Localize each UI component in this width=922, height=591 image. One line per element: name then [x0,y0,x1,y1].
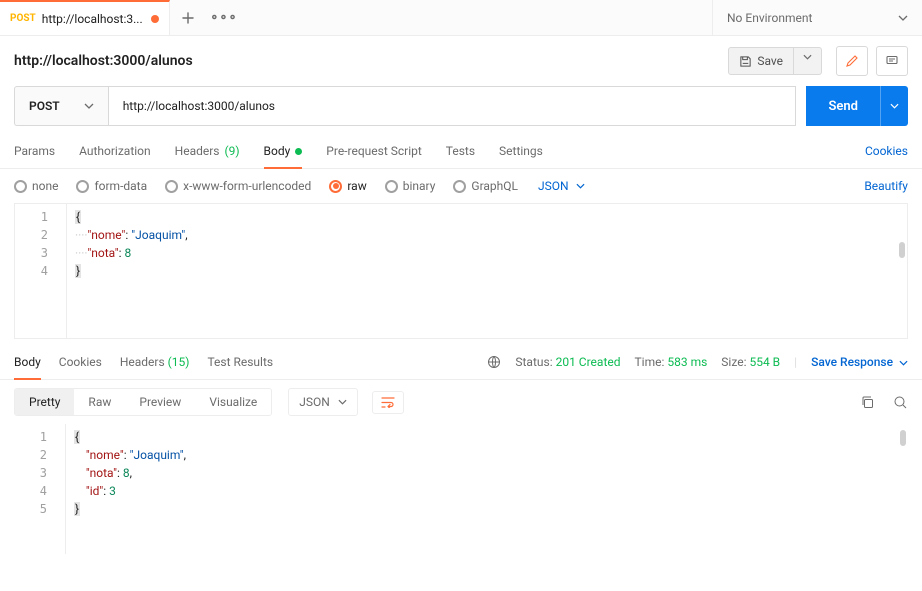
tab-method-badge: POST [10,13,36,24]
view-visualize[interactable]: Visualize [195,389,271,415]
add-tab-button[interactable] [170,11,206,25]
edit-button[interactable] [836,46,868,76]
view-preview[interactable]: Preview [125,389,195,415]
tab-authorization[interactable]: Authorization [79,134,151,168]
code-area: { "nome": "Joaquim", "nota": 8, "id": 3} [66,424,908,522]
line-gutter: 1234 [15,204,67,338]
chevron-down-icon [338,399,347,405]
response-headers-count: (15) [168,355,190,369]
more-tabs-button[interactable]: ∘∘∘ [206,10,242,25]
response-tab-cookies[interactable]: Cookies [59,345,102,379]
ellipsis-icon: ∘∘∘ [210,10,237,25]
tab-headers[interactable]: Headers (9) [175,134,240,168]
view-raw[interactable]: Raw [74,389,125,415]
save-icon [739,55,752,68]
response-body-viewer[interactable]: 12345 { "nome": "Joaquim", "nota": 8, "i… [14,424,908,554]
radio-icon [76,180,89,193]
body-type-raw[interactable]: raw [329,179,366,193]
chevron-down-icon [890,103,899,109]
status-label: Status: 201 Created [515,355,620,369]
divider: | [794,355,797,369]
tab-tests[interactable]: Tests [446,134,475,168]
search-icon[interactable] [893,395,908,410]
radio-icon-selected [329,180,342,193]
raw-format-select[interactable]: JSON [538,179,585,193]
code-area[interactable]: {····"nome": "Joaquim",····"nota": 8} [67,204,907,284]
save-options-button[interactable] [794,47,822,75]
radio-icon [165,180,178,193]
beautify-link[interactable]: Beautify [864,179,908,193]
globe-icon[interactable] [487,355,501,369]
chevron-down-icon [898,15,908,21]
tab-title: http://localhost:3... [42,12,143,26]
plus-icon [181,11,195,25]
chevron-down-icon [576,183,585,189]
radio-icon [453,180,466,193]
unsaved-indicator-icon [151,15,159,23]
wrap-icon [381,397,395,408]
save-button[interactable]: Save [728,47,794,75]
method-value: POST [29,99,60,113]
scrollbar-thumb[interactable] [900,430,906,446]
request-tab[interactable]: POST http://localhost:3... [0,0,170,35]
body-type-binary[interactable]: binary [385,179,436,193]
save-response-button[interactable]: Save Response [811,355,908,369]
environment-label: No Environment [727,11,812,25]
url-input[interactable] [108,86,797,126]
body-type-graphql[interactable]: GraphQL [453,179,518,193]
response-tab-headers[interactable]: Headers (15) [120,345,190,379]
chevron-down-icon [803,54,812,60]
send-options-button[interactable] [880,86,908,126]
tab-prerequest[interactable]: Pre-request Script [326,134,421,168]
line-gutter: 12345 [14,424,66,554]
cookies-link[interactable]: Cookies [865,144,908,158]
request-body-editor[interactable]: 1234 {····"nome": "Joaquim",····"nota": … [14,203,908,339]
body-indicator-icon [295,148,302,155]
comments-button[interactable] [876,46,908,76]
request-name: http://localhost:3000/alunos [14,53,720,69]
body-type-x-www[interactable]: x-www-form-urlencoded [165,179,311,193]
response-tab-body[interactable]: Body [14,345,41,379]
save-button-label: Save [757,54,783,68]
headers-count: (9) [225,144,240,158]
tab-settings[interactable]: Settings [499,134,543,168]
chevron-down-icon [84,103,94,109]
send-button[interactable]: Send [806,86,880,126]
radio-icon [14,180,27,193]
response-format-select[interactable]: JSON [288,388,358,416]
pencil-icon [845,54,859,68]
tab-body[interactable]: Body [264,134,303,168]
size-label: Size: 554 B [721,355,780,369]
copy-icon[interactable] [860,395,875,410]
environment-selector[interactable]: No Environment [712,0,922,35]
body-type-form-data[interactable]: form-data [76,179,147,193]
method-select[interactable]: POST [14,86,108,126]
chevron-down-icon [899,360,908,366]
comment-icon [885,54,899,68]
scrollbar-thumb[interactable] [899,242,905,258]
view-pretty[interactable]: Pretty [15,389,74,415]
tab-params[interactable]: Params [14,134,55,168]
radio-icon [385,180,398,193]
wrap-lines-button[interactable] [372,391,404,414]
response-tab-test-results[interactable]: Test Results [207,345,273,379]
body-type-none[interactable]: none [14,179,58,193]
time-label: Time: 583 ms [635,355,708,369]
